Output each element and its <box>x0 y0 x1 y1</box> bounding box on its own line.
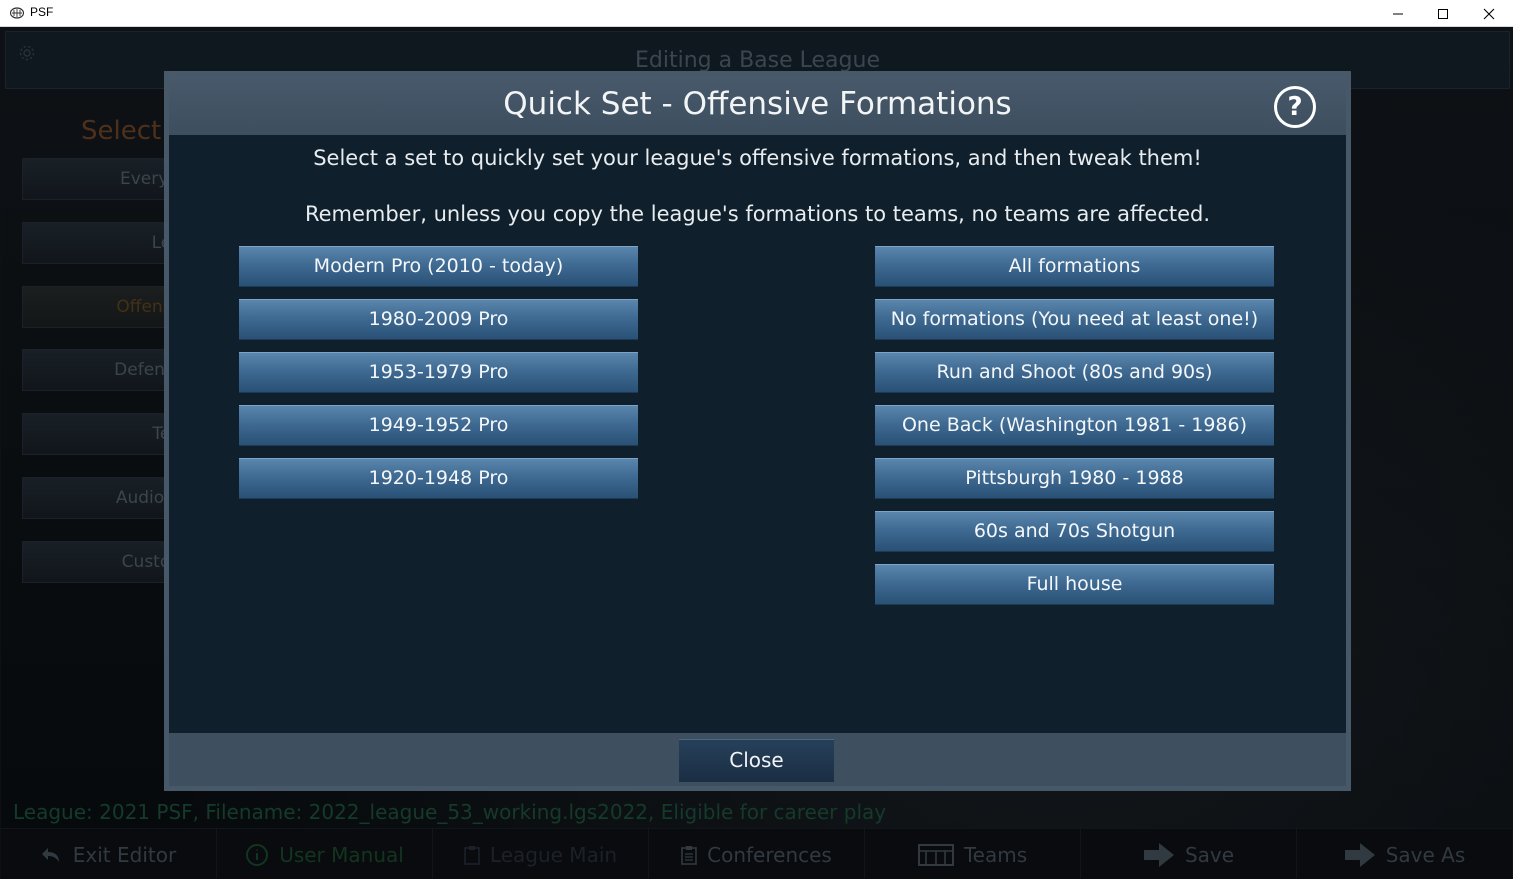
preset-all-formations-button[interactable]: All formations <box>875 246 1274 287</box>
dialog-description: Select a set to quickly set your league'… <box>313 146 1202 170</box>
dialog-note: Remember, unless you copy the league's f… <box>304 202 1211 226</box>
app-logo-icon <box>10 7 24 19</box>
maximize-icon <box>1438 8 1448 19</box>
maximize-button[interactable] <box>1420 0 1466 27</box>
preset-1953-1979-button[interactable]: 1953-1979 Pro <box>239 352 638 393</box>
minimize-button[interactable] <box>1375 0 1421 27</box>
window-title: PSF <box>30 5 54 19</box>
window-titlebar: PSF <box>0 0 1513 27</box>
preset-1980-2009-button[interactable]: 1980-2009 Pro <box>239 299 638 340</box>
minimize-icon <box>1393 13 1403 14</box>
dialog-header: Quick Set - Offensive Formations ? <box>169 76 1346 135</box>
app-area: Editing a Base League Select I Everythin… <box>1 28 1512 879</box>
preset-shotgun-button[interactable]: 60s and 70s Shotgun <box>875 511 1274 552</box>
preset-no-formations-button[interactable]: No formations (You need at least one!) <box>875 299 1274 340</box>
preset-modern-pro-button[interactable]: Modern Pro (2010 - today) <box>239 246 638 287</box>
close-button[interactable]: Close <box>679 739 834 782</box>
dialog-title: Quick Set - Offensive Formations <box>503 86 1012 122</box>
preset-1949-1952-button[interactable]: 1949-1952 Pro <box>239 405 638 446</box>
help-icon[interactable]: ? <box>1274 86 1316 128</box>
preset-run-and-shoot-button[interactable]: Run and Shoot (80s and 90s) <box>875 352 1274 393</box>
preset-1920-1948-button[interactable]: 1920-1948 Pro <box>239 458 638 499</box>
preset-pittsburgh-button[interactable]: Pittsburgh 1980 - 1988 <box>875 458 1274 499</box>
quick-set-dialog: Quick Set - Offensive Formations ? Selec… <box>164 71 1351 791</box>
dialog-footer: Close <box>169 733 1346 786</box>
dialog-body: Quick Set - Offensive Formations ? Selec… <box>169 76 1346 786</box>
preset-one-back-button[interactable]: One Back (Washington 1981 - 1986) <box>875 405 1274 446</box>
close-window-button[interactable] <box>1466 0 1512 27</box>
close-icon <box>1483 8 1495 19</box>
preset-full-house-button[interactable]: Full house <box>875 564 1274 605</box>
